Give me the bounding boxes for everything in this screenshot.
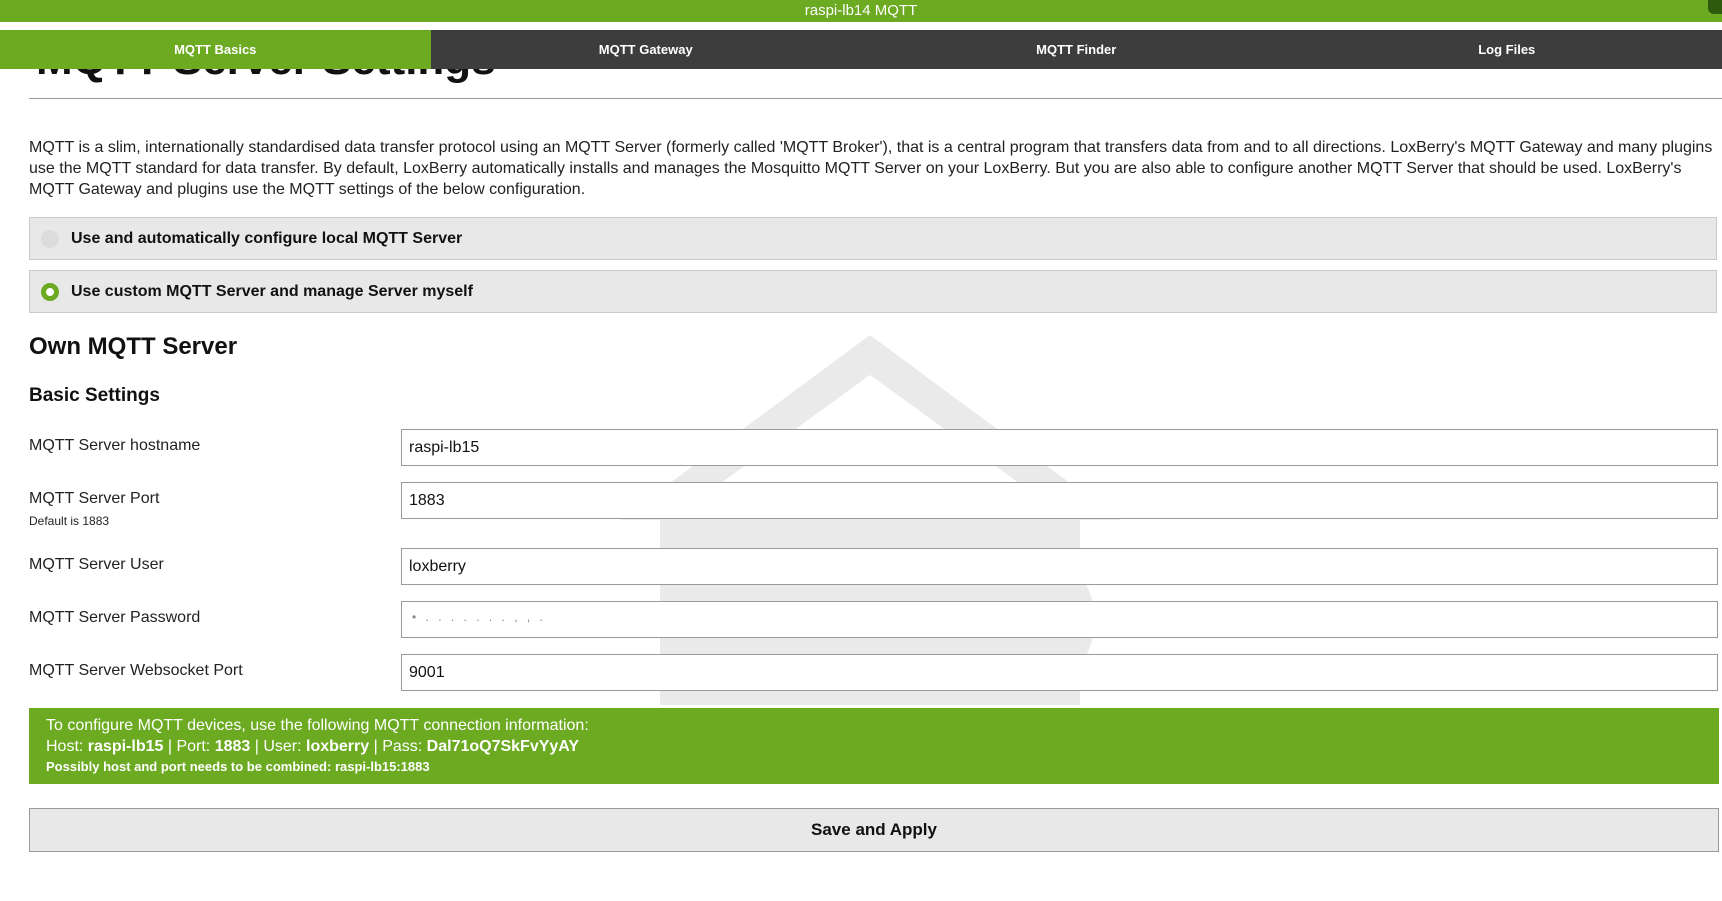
user-input[interactable] [401, 548, 1718, 585]
radio-indicator [41, 230, 59, 248]
combined-value: raspi-lb15:1883 [334, 759, 430, 774]
user-label-info: User: [263, 738, 302, 755]
radio-custom-server[interactable]: Use custom MQTT Server and manage Server… [29, 270, 1717, 313]
port-input[interactable] [401, 482, 1718, 519]
host-label: Host: [46, 738, 84, 755]
hostname-input[interactable] [401, 429, 1718, 466]
password-input[interactable] [401, 601, 1718, 638]
hostname-label: MQTT Server hostname [29, 437, 201, 454]
tab-log-files[interactable]: Log Files [1292, 30, 1722, 69]
connection-info-box: To configure MQTT devices, use the follo… [29, 708, 1719, 784]
main-nav: MQTT Basics MQTT Gateway MQTT Finder Log… [0, 30, 1722, 69]
user-label: MQTT Server User [29, 556, 164, 573]
radio-indicator-selected [41, 283, 59, 301]
websocket-port-input[interactable] [401, 654, 1718, 691]
radio-label: Use and automatically configure local MQ… [71, 230, 463, 247]
port-value: 1883 [214, 738, 251, 755]
corner-button[interactable] [1708, 0, 1722, 14]
window-title-bar: raspi-lb14 MQTT [0, 0, 1722, 22]
basic-settings-heading: Basic Settings [29, 385, 160, 406]
title-divider [29, 98, 1722, 99]
password-label: MQTT Server Password [29, 609, 201, 626]
connection-info-intro: To configure MQTT devices, use the follo… [46, 717, 589, 734]
host-value: raspi-lb15 [87, 738, 164, 755]
port-label: MQTT Server Port [29, 490, 160, 507]
pass-label: Pass: [382, 738, 423, 755]
port-hint: Default is 1883 [29, 514, 110, 528]
loxberry-logo-watermark [620, 335, 1120, 705]
user-value: loxberry [306, 738, 370, 755]
radio-local-server[interactable]: Use and automatically configure local MQ… [29, 217, 1717, 260]
intro-text: MQTT is a slim, internationally standard… [29, 139, 1713, 198]
tab-mqtt-basics[interactable]: MQTT Basics [0, 30, 431, 69]
own-server-heading: Own MQTT Server [29, 333, 238, 360]
pass-value: Dal71oQ7SkFvYyAY [426, 738, 580, 755]
websocket-port-label: MQTT Server Websocket Port [29, 662, 243, 679]
window-title: raspi-lb14 MQTT [804, 2, 918, 19]
connection-info-values: Host: raspi-lb15 | Port: 1883 | User: lo… [46, 738, 580, 755]
tab-mqtt-finder[interactable]: MQTT Finder [861, 30, 1292, 69]
combined-label: Possibly host and port needs to be combi… [46, 759, 332, 774]
combined-hint: Possibly host and port needs to be combi… [46, 757, 1702, 777]
tab-mqtt-gateway[interactable]: MQTT Gateway [431, 30, 862, 69]
radio-label: Use custom MQTT Server and manage Server… [71, 283, 473, 300]
port-label-info: Port: [176, 738, 211, 755]
save-apply-button[interactable]: Save and Apply [29, 808, 1719, 852]
